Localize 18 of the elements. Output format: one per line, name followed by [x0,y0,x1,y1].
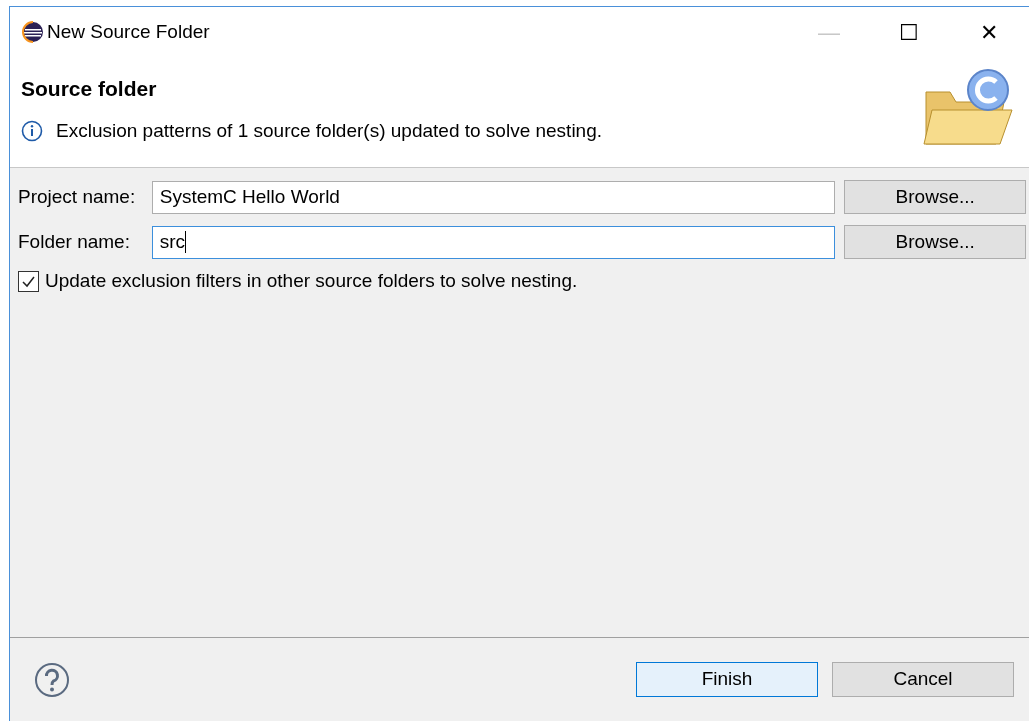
checkbox[interactable] [18,270,39,292]
info-icon [21,119,43,142]
maximize-button[interactable]: ☐ [869,7,949,57]
dialog-button[interactable]: Finish [636,662,818,697]
eclipse-logo-icon [22,21,44,43]
text-field[interactable]: SystemC Hello World [151,180,836,214]
page-title: Source folder [21,76,158,102]
close-button[interactable]: ✕ [949,7,1029,57]
text-field[interactable]: src [151,225,836,259]
browse-button[interactable]: Browse... [844,180,1026,214]
browse-button[interactable]: Browse... [844,225,1026,259]
help-icon[interactable] [34,661,70,698]
window-title: New Source Folder [47,19,210,44]
dialog-button[interactable]: Cancel [832,662,1014,697]
checkbox-label: Update exclusion filters in other source folders to solve nesting. [45,269,578,293]
field-label: Folder name: [18,229,131,254]
field-label: Project name: [18,184,137,209]
info-message: Exclusion patterns of 1 source folder(s) updated to solve nesting. [56,118,603,143]
